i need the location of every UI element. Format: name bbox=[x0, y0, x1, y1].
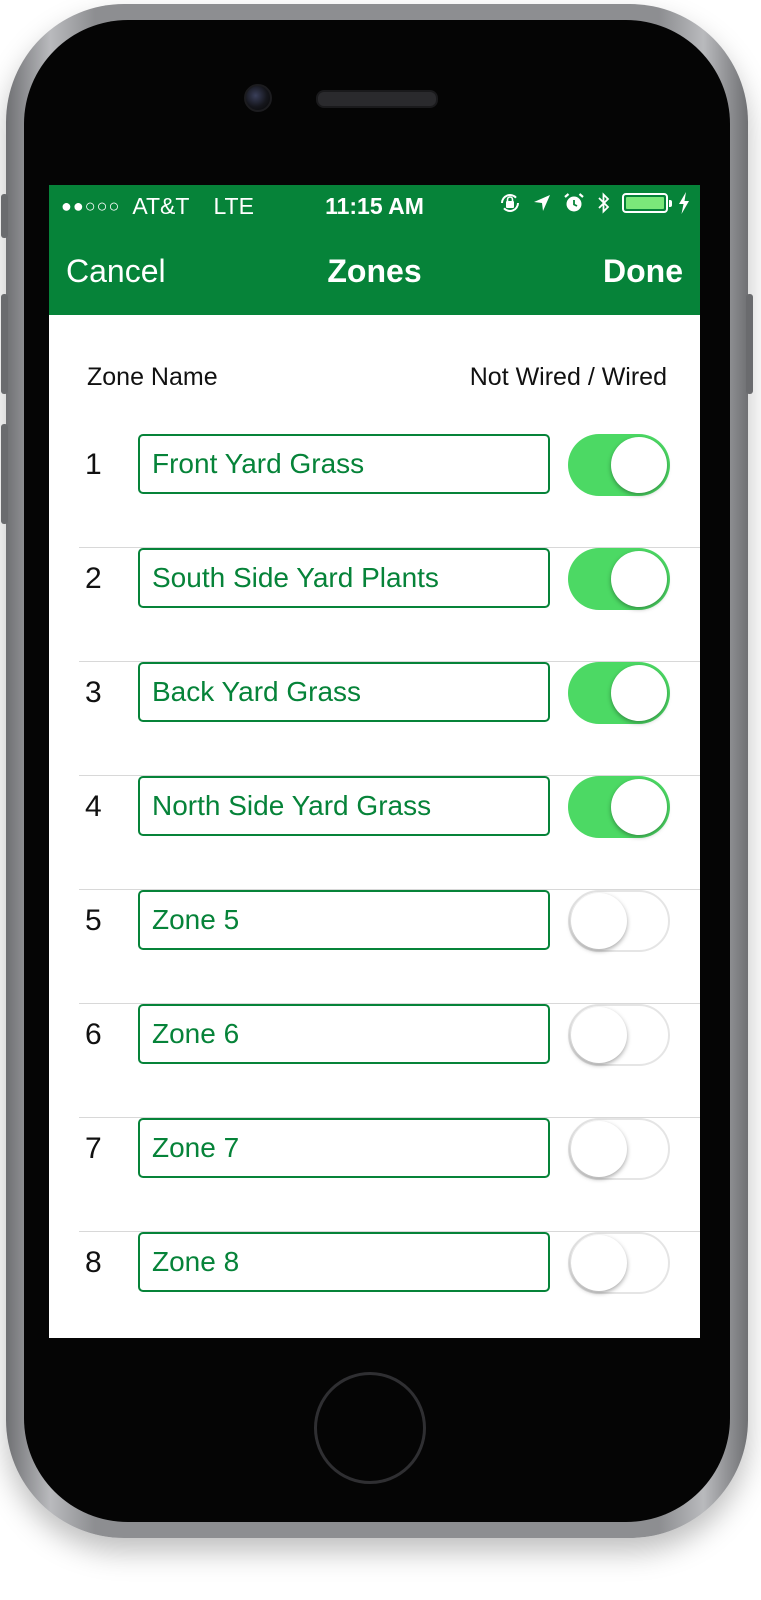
done-button[interactable]: Done bbox=[603, 253, 683, 290]
zone-number: 7 bbox=[85, 1132, 102, 1165]
status-icons bbox=[498, 191, 690, 215]
power-button bbox=[746, 294, 753, 394]
charging-icon bbox=[679, 192, 689, 214]
volume-down-button bbox=[1, 424, 8, 524]
front-camera bbox=[244, 84, 272, 112]
stage: ●●○○○ AT&T LTE 11:15 AM Cancel Zones Don… bbox=[0, 0, 761, 1600]
wired-toggle-5[interactable] bbox=[568, 890, 670, 952]
zone-number: 4 bbox=[85, 790, 102, 823]
wired-toggle-4[interactable] bbox=[568, 776, 670, 838]
location-icon bbox=[534, 195, 550, 211]
toggle-knob bbox=[611, 551, 667, 607]
zone-number: 3 bbox=[85, 676, 102, 709]
zone-name-input-4[interactable] bbox=[138, 776, 550, 836]
zone-row-6: 6 bbox=[79, 1004, 700, 1118]
zone-number: 5 bbox=[85, 904, 102, 937]
zone-row-3: 3 bbox=[79, 662, 700, 776]
toggle-knob bbox=[611, 665, 667, 721]
zone-number: 1 bbox=[85, 448, 102, 481]
zone-number: 2 bbox=[85, 562, 102, 595]
zone-row-7: 7 bbox=[79, 1118, 700, 1232]
zone-row-8: 8 bbox=[79, 1232, 700, 1338]
zone-name-input-3[interactable] bbox=[138, 662, 550, 722]
home-button[interactable] bbox=[314, 1372, 426, 1484]
toggle-knob bbox=[571, 893, 627, 949]
zone-name-input-5[interactable] bbox=[138, 890, 550, 950]
toggle-knob bbox=[611, 437, 667, 493]
zone-name-input-2[interactable] bbox=[138, 548, 550, 608]
wired-toggle-7[interactable] bbox=[568, 1118, 670, 1180]
wired-column-header: Not Wired / Wired bbox=[469, 363, 667, 391]
app-screen: ●●○○○ AT&T LTE 11:15 AM Cancel Zones Don… bbox=[49, 185, 700, 1338]
zone-number: 6 bbox=[85, 1018, 102, 1051]
alarm-icon bbox=[564, 193, 584, 212]
zone-row-5: 5 bbox=[79, 890, 700, 1004]
zone-name-input-7[interactable] bbox=[138, 1118, 550, 1178]
zone-name-column-header: Zone Name bbox=[87, 363, 218, 391]
wired-toggle-3[interactable] bbox=[568, 662, 670, 724]
wired-toggle-1[interactable] bbox=[568, 434, 670, 496]
app-header: ●●○○○ AT&T LTE 11:15 AM Cancel Zones Don… bbox=[49, 185, 700, 315]
zone-number: 8 bbox=[85, 1246, 102, 1279]
toggle-knob bbox=[611, 779, 667, 835]
zone-row-2: 2 bbox=[79, 548, 700, 662]
battery-fill bbox=[626, 197, 664, 209]
status-bar: ●●○○○ AT&T LTE 11:15 AM bbox=[49, 185, 700, 227]
volume-up-button bbox=[1, 294, 8, 394]
mute-switch bbox=[1, 194, 8, 238]
earpiece-speaker bbox=[316, 90, 438, 108]
wired-toggle-8[interactable] bbox=[568, 1232, 670, 1294]
zone-name-input-8[interactable] bbox=[138, 1232, 550, 1292]
wired-toggle-2[interactable] bbox=[568, 548, 670, 610]
battery-icon bbox=[622, 193, 672, 213]
zone-row-1: 1 bbox=[79, 434, 700, 548]
zone-name-input-1[interactable] bbox=[138, 434, 550, 494]
toggle-knob bbox=[571, 1121, 627, 1177]
zone-row-4: 4 bbox=[79, 776, 700, 890]
wired-toggle-6[interactable] bbox=[568, 1004, 670, 1066]
navigation-bar: Cancel Zones Done bbox=[49, 227, 700, 315]
toggle-knob bbox=[571, 1007, 627, 1063]
toggle-knob bbox=[571, 1235, 627, 1291]
orientation-lock-icon bbox=[501, 194, 519, 212]
zone-name-input-6[interactable] bbox=[138, 1004, 550, 1064]
bluetooth-icon bbox=[598, 192, 610, 214]
